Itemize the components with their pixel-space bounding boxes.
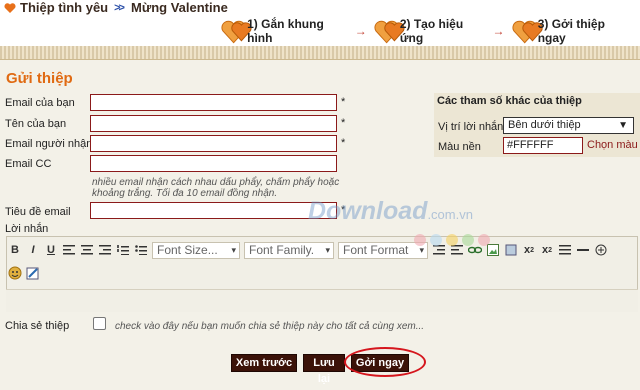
your-email-label: Email của bạn	[5, 97, 75, 109]
recipient-email-field[interactable]	[90, 135, 337, 152]
share-description: check vào đây nếu bạn muốn chia sẻ thiệp…	[115, 321, 425, 332]
breadcrumb: Thiệp tình yêu >> Mừng Valentine	[4, 0, 228, 15]
emoticon-icon[interactable]	[7, 265, 23, 281]
step-2[interactable]: 2) Tạo hiệu ứng →	[373, 17, 505, 45]
breadcrumb-separator: >>	[114, 1, 125, 14]
italic-button[interactable]: I	[25, 242, 41, 258]
message-label: Lời nhắn	[5, 223, 49, 235]
step-arrow: →	[492, 24, 505, 38]
subject-field[interactable]	[90, 202, 337, 219]
breadcrumb-current: Mừng Valentine	[130, 0, 228, 15]
dropdown-arrow-icon: ▼	[618, 120, 628, 131]
dropdown-arrow-icon: ▾	[325, 244, 330, 255]
cc-field[interactable]	[90, 155, 337, 172]
step-1-label: 1) Gắn khung hình	[247, 17, 324, 45]
font-size-label: Font Size...	[157, 242, 218, 257]
cc-hint: nhiều email nhận cách nhau dấu phẩy, chấ…	[92, 177, 340, 199]
bgcolor-label: Màu nền	[438, 141, 481, 153]
unordered-list-icon[interactable]	[133, 242, 149, 258]
watermark-brand: Download	[308, 197, 428, 225]
step-3-label: 3) Gởi thiệp ngay	[537, 17, 605, 45]
strikethrough-icon[interactable]	[557, 242, 573, 258]
align-left-icon[interactable]	[61, 242, 77, 258]
preview-button[interactable]: Xem trước	[231, 354, 297, 372]
cc-label: Email CC	[5, 158, 52, 170]
save-button[interactable]: Lưu lại	[303, 354, 345, 385]
share-checkbox[interactable]	[93, 317, 106, 330]
header: Thiệp tình yêu >> Mừng Valentine 1) Gắn …	[0, 0, 640, 46]
dropdown-arrow-icon: ▾	[231, 244, 236, 255]
your-name-label: Tên của bạn	[5, 118, 67, 130]
align-center-icon[interactable]	[79, 242, 95, 258]
font-family-label: Font Family.	[249, 242, 315, 257]
step-arrow: →	[354, 24, 367, 38]
page-title: Gửi thiệp	[6, 70, 73, 87]
your-email-field[interactable]	[90, 94, 337, 111]
bgcolor-field[interactable]: #FFFFFF	[503, 137, 583, 154]
required-mark: *	[341, 137, 346, 149]
editor-toolbar-row-2	[6, 263, 42, 283]
required-mark: *	[341, 96, 346, 108]
font-format-label: Font Format	[343, 242, 409, 257]
step-2-label: 2) Tạo hiệu ứng	[399, 17, 464, 45]
highlight-circle	[344, 347, 426, 377]
recipient-email-label: Email người nhận	[5, 138, 93, 150]
unlink-icon[interactable]	[503, 242, 519, 258]
subscript-icon[interactable]: x2	[521, 242, 537, 258]
pick-color-link[interactable]: Chọn màu	[587, 139, 638, 151]
share-label: Chia sẻ thiệp	[5, 320, 70, 332]
steps-bar: 1) Gắn khung hình → 2) Tạo hiệu ứng → 3)…	[220, 16, 640, 46]
position-value: Bên dưới thiệp	[508, 119, 581, 131]
underline-button[interactable]: U	[43, 242, 59, 258]
step-3[interactable]: 3) Gởi thiệp ngay	[511, 17, 635, 45]
options-title: Các tham số khác của thiệp	[437, 95, 582, 107]
font-size-select[interactable]: Font Size... ▾	[152, 241, 240, 259]
watermark-dots	[414, 234, 490, 246]
position-select[interactable]: Bên dưới thiệp ▼	[503, 117, 634, 134]
required-mark: *	[341, 117, 346, 129]
breadcrumb-home[interactable]: Thiệp tình yêu	[20, 0, 108, 15]
ordered-list-icon[interactable]	[115, 242, 131, 258]
editor-text-area[interactable]	[6, 289, 638, 312]
decorative-stripe	[0, 46, 640, 60]
align-right-icon[interactable]	[97, 242, 113, 258]
html-source-icon[interactable]	[593, 242, 609, 258]
watermark-logo: Download.com.vn	[308, 197, 473, 226]
your-name-field[interactable]	[90, 115, 337, 132]
step-1[interactable]: 1) Gắn khung hình →	[220, 17, 367, 45]
horizontal-rule-icon[interactable]	[575, 242, 591, 258]
editor-toolbar-row-1: B I U Font Size... ▾ Font Family. ▾ Font F…	[6, 240, 610, 260]
bold-button[interactable]: B	[7, 242, 23, 258]
position-label: Vị trí lời nhắn	[438, 121, 504, 133]
superscript-icon[interactable]: x2	[539, 242, 555, 258]
font-family-select[interactable]: Font Family. ▾	[244, 241, 334, 259]
watermark-domain: .com.vn	[427, 207, 473, 222]
subject-label: Tiêu đề email	[5, 206, 71, 218]
heart-icon	[4, 2, 16, 14]
edit-icon[interactable]	[25, 265, 41, 281]
